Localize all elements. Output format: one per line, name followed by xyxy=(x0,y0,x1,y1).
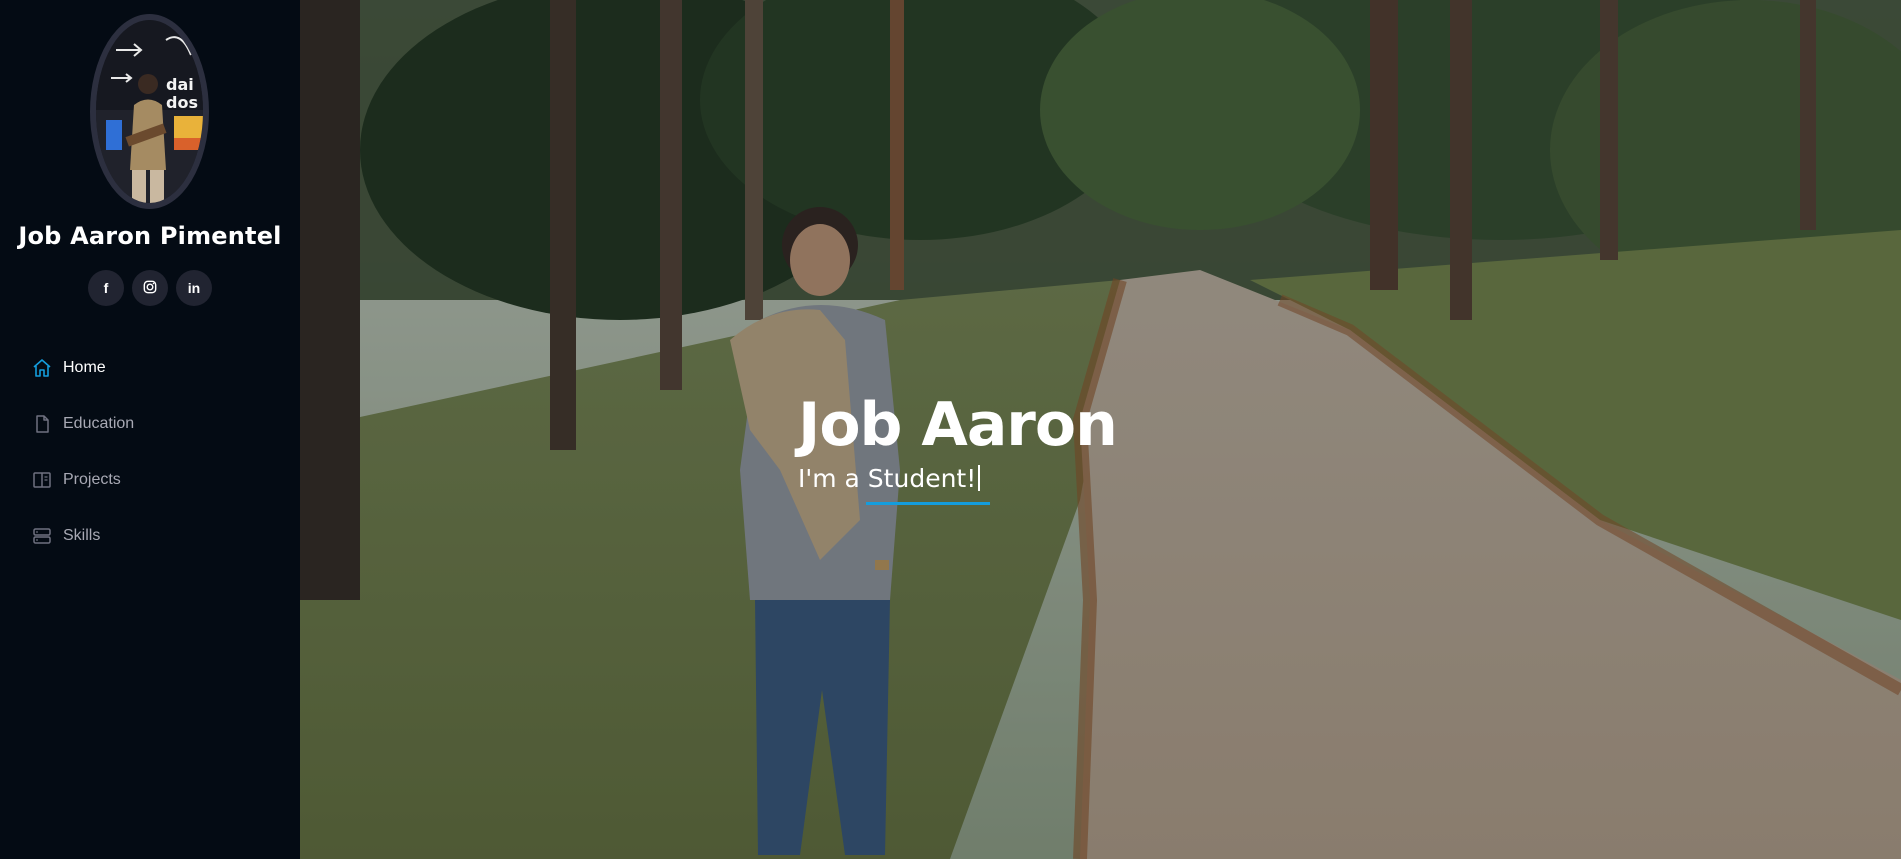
linkedin-link[interactable]: in xyxy=(176,270,212,306)
nav-label-education: Education xyxy=(63,415,135,432)
hero-title: Job Aaron xyxy=(798,390,1118,460)
avatar-photo: dai dos xyxy=(96,20,203,203)
svg-text:dos: dos xyxy=(166,93,198,112)
sidebar: dai dos Job Aaron Pimentel f in Home Edu… xyxy=(0,0,300,859)
book-icon xyxy=(31,469,53,491)
hero-content: Job Aaron I'm a Student! xyxy=(798,390,1118,505)
nav-item-skills[interactable]: Skills xyxy=(0,508,300,564)
nav-item-home[interactable]: Home xyxy=(0,340,300,396)
instagram-link[interactable] xyxy=(132,270,168,306)
typed-cursor xyxy=(978,465,981,491)
svg-text:dai: dai xyxy=(166,75,194,94)
hero-section: Job Aaron I'm a Student! xyxy=(300,0,1901,859)
hero-subtitle-text: I'm a Student! xyxy=(798,464,977,493)
hero-subtitle: I'm a Student! xyxy=(798,464,1117,505)
subtitle-underline xyxy=(866,502,990,505)
server-icon xyxy=(31,525,53,547)
nav-item-education[interactable]: Education xyxy=(0,396,300,452)
facebook-link[interactable]: f xyxy=(88,270,124,306)
file-icon xyxy=(31,413,53,435)
linkedin-icon: in xyxy=(187,280,201,296)
avatar: dai dos xyxy=(90,14,209,209)
nav-label-projects: Projects xyxy=(63,471,121,488)
nav-item-projects[interactable]: Projects xyxy=(0,452,300,508)
home-icon xyxy=(31,357,53,379)
nav-label-home: Home xyxy=(63,359,106,376)
nav-menu: Home Education Projects Skills xyxy=(0,340,300,564)
profile-name: Job Aaron Pimentel xyxy=(18,222,282,250)
social-links: f in xyxy=(0,270,300,306)
instagram-icon xyxy=(143,280,157,297)
facebook-icon: f xyxy=(103,280,109,296)
nav-label-skills: Skills xyxy=(63,527,101,544)
